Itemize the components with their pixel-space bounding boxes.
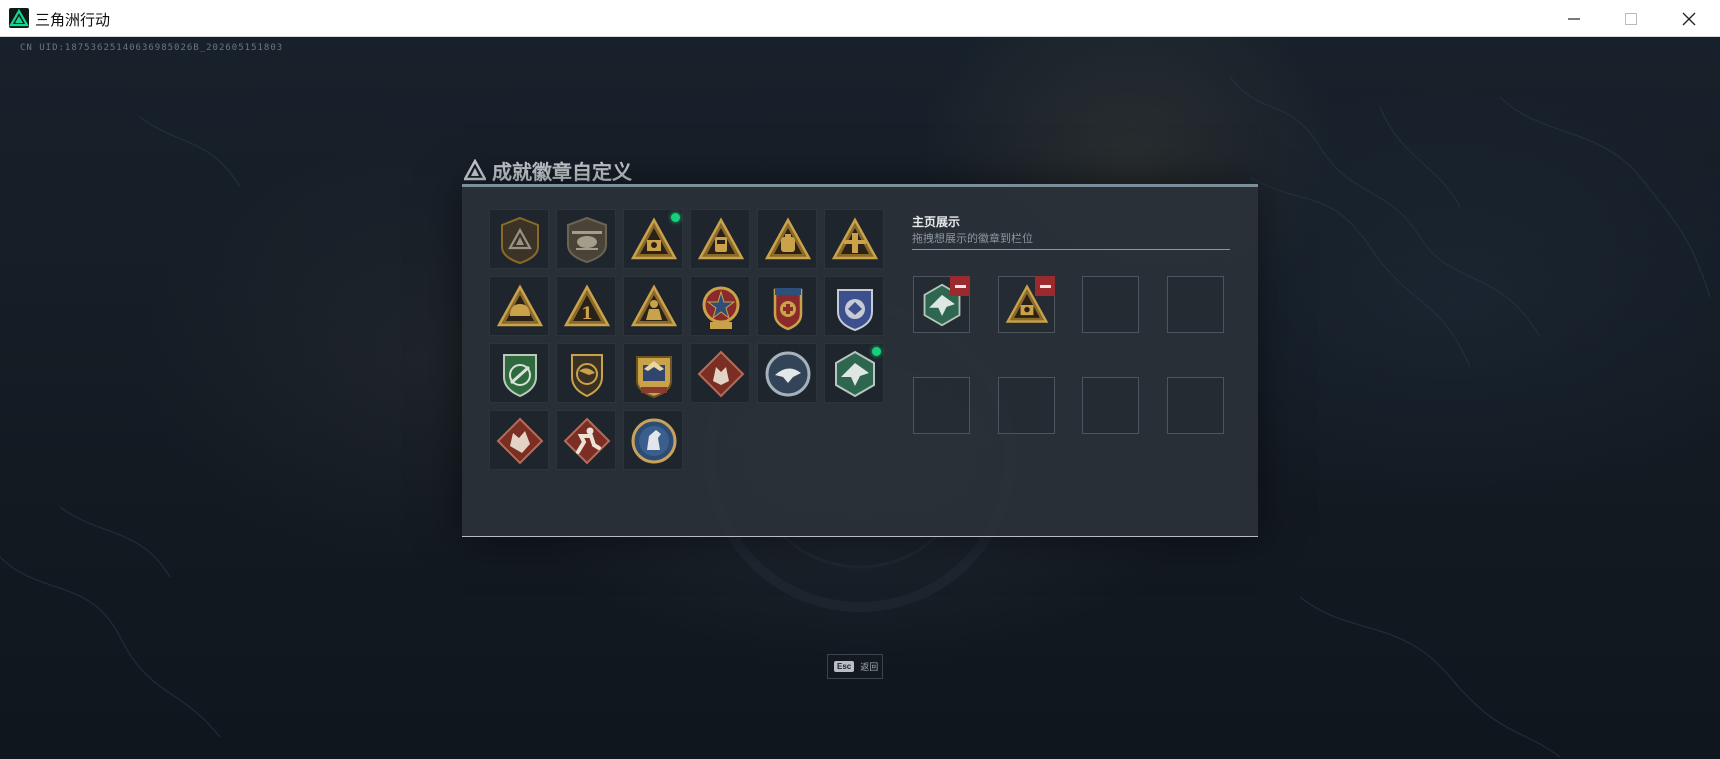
showcase-slot-empty[interactable] (998, 377, 1055, 434)
badge-item[interactable] (623, 209, 683, 269)
gold-triangle-crate-badge-icon (630, 217, 678, 260)
medic-cross-medal-badge-icon (773, 288, 803, 331)
panel-bottom-line (462, 536, 1258, 537)
star-cross-medal-badge-icon (702, 286, 740, 329)
gold-triangle-helmet-badge-icon (496, 284, 544, 327)
gold-triangle-soldier-badge-icon (630, 284, 678, 327)
showcase-slot-empty[interactable] (1167, 276, 1224, 333)
bronze-bird-shield-badge-icon (571, 354, 603, 398)
user-id-label: CN UID:18753625140636985026B_20260515180… (20, 43, 284, 53)
eagle-circle-badge-icon (765, 351, 811, 397)
badge-item[interactable] (757, 343, 817, 403)
badge-item[interactable] (757, 276, 817, 336)
blue-eagle-shield-badge-icon (837, 289, 873, 332)
divider (912, 249, 1230, 250)
panel-title: 成就徽章自定义 (492, 159, 632, 184)
badge-item[interactable] (489, 410, 549, 470)
app-logo-icon (9, 8, 29, 28)
green-wreath-shield-badge-icon (503, 354, 537, 398)
runner-diamond-badge-icon (563, 417, 611, 465)
showcase-subtitle: 拖拽想展示的徽章到栏位 (912, 232, 1033, 245)
remove-badge-button[interactable] (950, 276, 970, 296)
badge-item[interactable] (489, 343, 549, 403)
remove-badge-button[interactable] (1035, 276, 1055, 296)
triangle-logo-icon (464, 159, 486, 181)
gold-triangle-tower-badge-icon (831, 217, 879, 260)
badge-grid: 1 (489, 209, 884, 470)
esc-key-label: Esc (834, 661, 855, 672)
new-indicator-dot (872, 347, 881, 356)
badge-item[interactable] (690, 209, 750, 269)
badge-item[interactable] (489, 209, 549, 269)
badge-item[interactable]: 1 (556, 276, 616, 336)
window-titlebar: 三角洲行动 (0, 0, 1720, 37)
horse-circle-badge-icon (631, 418, 677, 464)
badge-item[interactable] (556, 410, 616, 470)
back-button[interactable]: Esc 返回 (827, 654, 883, 679)
badge-item[interactable] (623, 410, 683, 470)
showcase-slot-filled[interactable] (913, 276, 970, 333)
gold-triangle-backpack-badge-icon (764, 217, 812, 260)
green-eagle-hexagon-badge-icon (835, 350, 875, 398)
triangle-shield-badge-icon (501, 216, 539, 265)
window-title: 三角洲行动 (35, 11, 111, 29)
showcase-slot-filled[interactable] (998, 276, 1055, 333)
badge-item[interactable] (556, 209, 616, 269)
wolf-diamond-badge-icon (697, 350, 745, 398)
badge-item[interactable] (824, 276, 884, 336)
maximize-button[interactable] (1602, 0, 1660, 37)
badge-item[interactable] (623, 276, 683, 336)
minus-icon (954, 284, 966, 288)
showcase-slot-empty[interactable] (1167, 377, 1224, 434)
badge-item[interactable] (623, 343, 683, 403)
badge-item[interactable] (489, 276, 549, 336)
svg-text:1: 1 (581, 304, 593, 324)
gold-eagle-crest-badge-icon (636, 356, 672, 399)
showcase-slot-empty[interactable] (913, 377, 970, 434)
badge-item[interactable] (757, 209, 817, 269)
badge-item[interactable] (690, 276, 750, 336)
minimize-button[interactable] (1545, 0, 1603, 37)
gold-triangle-device-badge-icon (697, 217, 745, 260)
badge-item[interactable] (824, 209, 884, 269)
badge-item[interactable] (556, 343, 616, 403)
close-button[interactable] (1660, 0, 1718, 37)
panel-heading: 成就徽章自定义 (464, 155, 632, 185)
showcase-title: 主页展示 (912, 215, 961, 229)
helicopter-badge-icon (567, 216, 607, 264)
badge-customization-panel: 1 主页展示 拖拽想展示的徽章到栏位 (462, 184, 1258, 536)
showcase-slot-empty[interactable] (1082, 276, 1139, 333)
maximize-icon (1625, 12, 1637, 25)
beast-diamond-badge-icon (496, 417, 544, 465)
new-indicator-dot (671, 213, 680, 222)
back-label: 返回 (860, 663, 879, 673)
close-icon (1682, 12, 1696, 25)
badge-item[interactable] (824, 343, 884, 403)
badge-item[interactable] (690, 343, 750, 403)
gold-triangle-number-one-badge-icon: 1 (563, 284, 611, 327)
minimize-icon (1568, 17, 1580, 20)
minus-icon (1039, 284, 1051, 288)
showcase-slot-empty[interactable] (1082, 377, 1139, 434)
